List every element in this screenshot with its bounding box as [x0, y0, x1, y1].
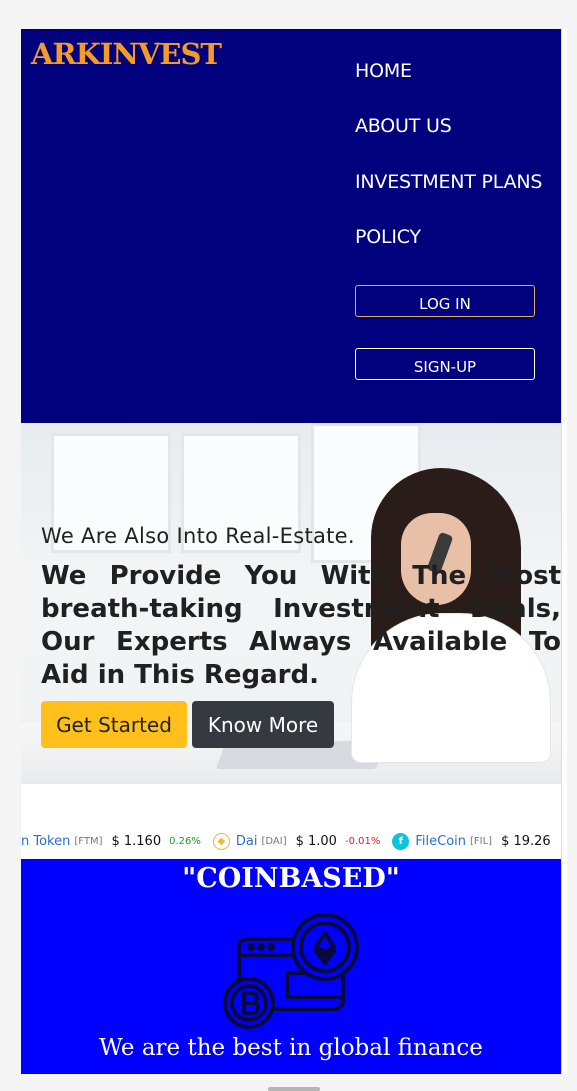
- ticker-price: $ 1.160: [111, 833, 162, 849]
- ticker-symbol: [FTM]: [74, 835, 103, 847]
- filecoin-icon: f: [392, 832, 410, 850]
- scroll-handle[interactable]: [268, 1087, 320, 1091]
- ticker-symbol: [FIL]: [470, 835, 493, 847]
- ticker-name: FileCoin: [415, 833, 466, 849]
- ticker-item[interactable]: ◆ Dai [DAI] $ 1.00 -0.01%: [212, 832, 381, 850]
- coinbased-title: "COINBASED": [182, 863, 400, 894]
- ticker-item[interactable]: f FileCoin [FIL] $ 19.26: [392, 832, 558, 850]
- ticker-change: 0.26%: [169, 835, 201, 847]
- frame-edge: [561, 29, 567, 1074]
- brand-logo[interactable]: ARKINVEST: [31, 37, 222, 71]
- signup-button[interactable]: SIGN-UP: [355, 348, 535, 380]
- ticker-name: n Token: [21, 833, 71, 849]
- know-more-button[interactable]: Know More: [192, 701, 334, 748]
- hero-title: We Provide You With The Most breath-taki…: [41, 561, 561, 690]
- crypto-wallet-icon: [223, 913, 359, 1029]
- nav-about-us[interactable]: ABOUT US: [355, 115, 452, 137]
- nav-policy[interactable]: POLICY: [355, 226, 421, 248]
- page-frame: ARKINVEST HOME ABOUT US INVESTMENT PLANS…: [21, 29, 567, 1074]
- hero-subtitle: We Are Also Into Real-Estate.: [41, 524, 355, 548]
- nav-investment-plans[interactable]: INVESTMENT PLANS: [355, 171, 542, 193]
- ticker-symbol: [DAI]: [261, 835, 287, 847]
- hero-section: We Are Also Into Real-Estate. We Provide…: [21, 423, 561, 784]
- ticker-item[interactable]: n Token [FTM] $ 1.160 0.26%: [21, 834, 201, 849]
- ticker-change: -0.01%: [344, 835, 381, 847]
- coinbased-tagline: We are the best in global finance: [99, 1035, 483, 1061]
- ticker-name: Dai: [235, 833, 258, 849]
- login-button[interactable]: LOG IN: [355, 285, 535, 317]
- coinbased-section: "COINBASED" We are the best in global fi…: [21, 859, 561, 1074]
- ticker-price: $ 1.00: [295, 833, 337, 849]
- dai-icon: ◆: [212, 832, 230, 850]
- ticker-price: $ 19.26: [501, 833, 551, 849]
- crypto-ticker: n Token [FTM] $ 1.160 0.26% ◆ Dai [DAI] …: [21, 829, 561, 853]
- site-header: ARKINVEST HOME ABOUT US INVESTMENT PLANS…: [21, 29, 561, 423]
- nav-home[interactable]: HOME: [355, 60, 412, 82]
- get-started-button[interactable]: Get Started: [41, 701, 187, 748]
